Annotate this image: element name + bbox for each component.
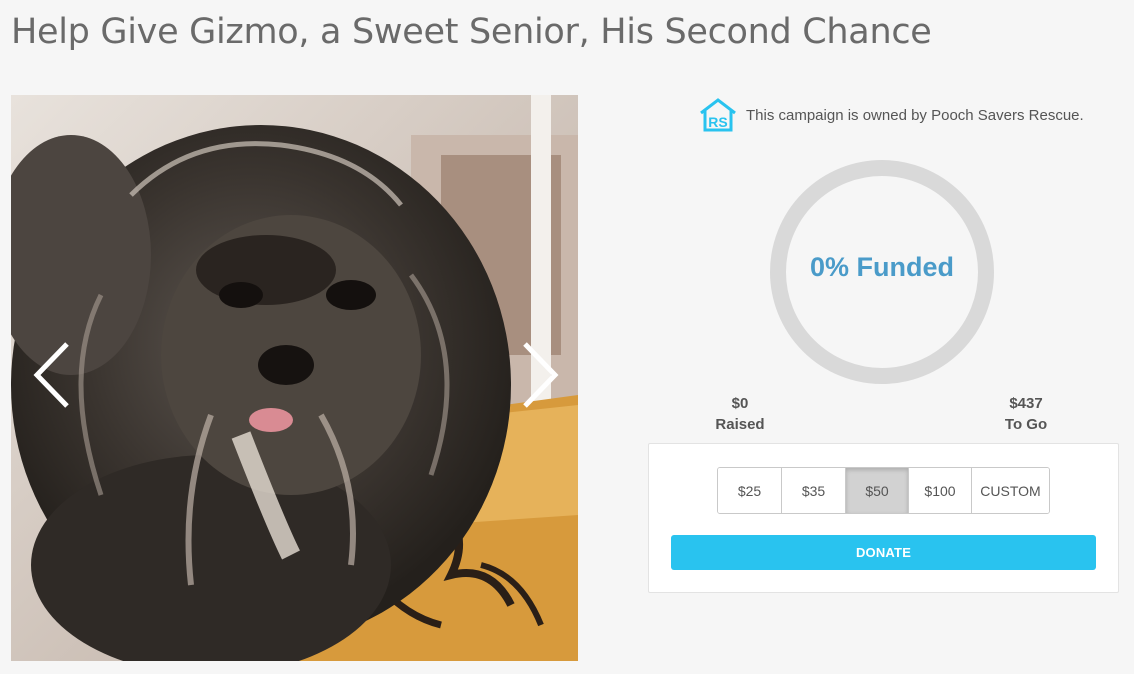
raised-label: Raised xyxy=(715,416,765,433)
raised-value: $0 xyxy=(731,395,749,412)
to-go-label: To Go xyxy=(1004,416,1048,433)
amount-selector: $25 $35 $50 $100 CUSTOM xyxy=(717,467,1050,514)
owner-text: This campaign is owned by Pooch Savers R… xyxy=(746,106,1084,124)
house-icon: RS xyxy=(700,98,736,132)
funded-percent: 0% Funded xyxy=(809,252,954,282)
amount-35-button[interactable]: $35 xyxy=(782,468,846,513)
amount-50-button[interactable]: $50 xyxy=(846,468,909,513)
raised-stat: $0 Raised xyxy=(700,393,780,435)
campaign-owner: RS This campaign is owned by Pooch Saver… xyxy=(698,97,1084,133)
chevron-right-icon[interactable] xyxy=(519,340,559,410)
amount-custom-button[interactable]: CUSTOM xyxy=(972,468,1049,513)
dog-photo xyxy=(11,95,578,661)
donate-button[interactable]: DONATE xyxy=(671,535,1096,570)
page-title: Help Give Gizmo, a Sweet Senior, His Sec… xyxy=(11,12,932,52)
to-go-value: $437 xyxy=(1009,395,1043,412)
to-go-stat: $437 To Go xyxy=(986,393,1066,435)
donation-panel: $25 $35 $50 $100 CUSTOM DONATE xyxy=(648,443,1119,593)
logo-text: RS xyxy=(708,114,727,130)
amount-25-button[interactable]: $25 xyxy=(718,468,782,513)
photo-carousel[interactable] xyxy=(11,95,578,661)
amount-100-button[interactable]: $100 xyxy=(909,468,972,513)
chevron-left-icon[interactable] xyxy=(33,340,73,410)
